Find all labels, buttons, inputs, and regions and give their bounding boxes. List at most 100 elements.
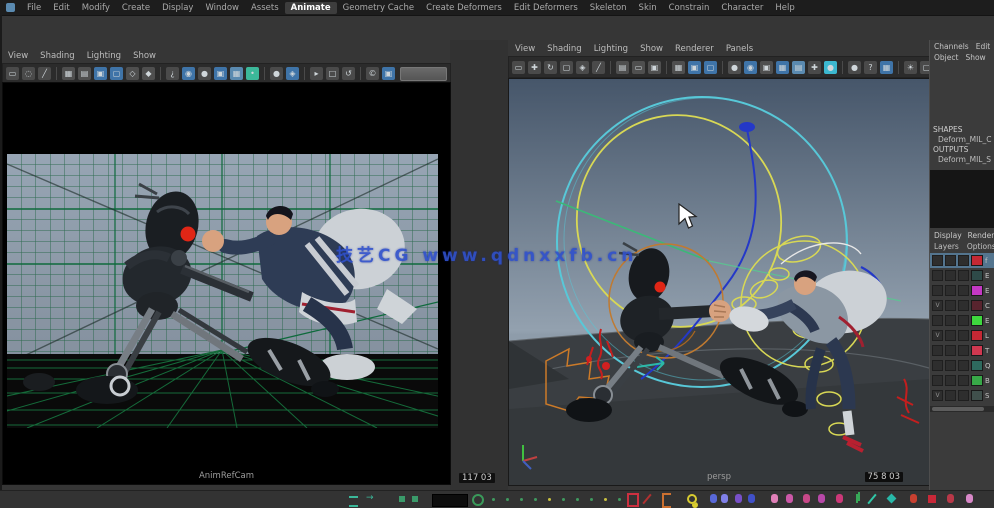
select-tool-icon[interactable]: ▭ [6,67,19,80]
menu-window[interactable]: Window [199,2,245,14]
channel-box-section[interactable]: Deform_MIL_S [930,154,994,164]
layer-playback-toggle[interactable] [945,315,956,326]
smooth-shade-icon[interactable]: ◉ [744,61,757,74]
lit-icon[interactable]: ▦ [776,61,789,74]
layer-row[interactable]: VS [930,388,994,403]
layer-scrollbar[interactable] [930,406,994,412]
layer-playback-toggle[interactable] [945,390,956,401]
toolbar-text-field[interactable] [400,67,447,81]
layer-visibility-toggle[interactable] [932,270,943,281]
panel-menu-show[interactable]: Show [636,44,671,54]
shelf-icon[interactable] [836,494,843,503]
shelf-icon[interactable] [710,494,717,503]
shelf-icon[interactable] [856,494,858,503]
shelf-icon[interactable] [627,493,639,507]
layer-mode-toggle[interactable] [958,360,969,371]
layer-playback-toggle[interactable] [945,375,956,386]
textured-mode-icon[interactable]: ▢ [110,67,123,80]
layer-mode-toggle[interactable] [958,270,969,281]
tab-render[interactable]: Render [968,231,994,240]
wireframe-icon[interactable]: ◆ [142,67,155,80]
menu-constrain[interactable]: Constrain [663,2,716,14]
range-start-icon[interactable] [349,496,358,507]
isolate-icon[interactable]: ¿ [166,67,179,80]
layer-row[interactable]: E [930,283,994,298]
move-icon[interactable]: ✚ [528,61,541,74]
shelf-icon[interactable] [928,495,936,503]
layer-row[interactable]: VC [930,298,994,313]
channel-box-menus-2[interactable]: ObjectShow [930,51,994,62]
panel-menu-renderer[interactable]: Renderer [671,44,722,54]
shelf-icon[interactable] [642,494,651,504]
panel-menu-show[interactable]: Show [129,51,164,61]
shelf-icon[interactable] [818,494,825,503]
layer-visibility-toggle[interactable] [932,255,943,266]
shelf-icon[interactable] [887,494,897,504]
grid-toggle-icon[interactable]: ▦ [672,61,685,74]
sphere-icon[interactable]: ● [270,67,283,80]
channel-box-section[interactable]: OUTPUTS [930,144,994,154]
layer-editor-menus[interactable]: Layers Options [930,240,994,253]
layer-mode-toggle[interactable] [958,300,969,311]
layer-color-swatch[interactable] [971,315,983,326]
menu-file[interactable]: File [21,2,47,14]
shelf-icon[interactable] [966,494,973,503]
layer-visibility-toggle[interactable] [932,315,943,326]
current-frame-field[interactable] [432,494,468,507]
menu-animate[interactable]: Animate [285,2,337,14]
lasso-tool-icon[interactable]: ◌ [22,67,35,80]
layer-color-swatch[interactable] [971,330,983,341]
joint-icon[interactable]: ◈ [286,67,299,80]
panel-menu-lighting[interactable]: Lighting [83,51,129,61]
shelf-icon[interactable] [786,494,793,503]
camera-icon[interactable]: ◉ [182,67,195,80]
layer-row[interactable]: E [930,268,994,283]
tab-display[interactable]: Display [934,231,962,240]
layer-mode-toggle[interactable] [958,285,969,296]
range-arrow-icon[interactable]: → [366,493,374,503]
autokey-icon[interactable] [472,494,484,506]
layers-menu[interactable]: Layers [934,242,959,251]
light-icon[interactable]: ☀ [904,61,917,74]
menu-geometry-cache[interactable]: Geometry Cache [337,2,421,14]
layer-visibility-toggle[interactable]: V [932,300,943,311]
layer-playback-toggle[interactable] [945,285,956,296]
menu-assets[interactable]: Assets [245,2,285,14]
menu-help[interactable]: Help [769,2,800,14]
layer-visibility-toggle[interactable]: V [932,390,943,401]
layout-icon[interactable]: ▤ [616,61,629,74]
menu-create-deformers[interactable]: Create Deformers [420,2,508,14]
layer-row[interactable]: VL [930,328,994,343]
layer-editor-tabs[interactable]: Display Render [930,228,994,240]
channel-box-section[interactable]: SHAPES [930,124,994,134]
layer-visibility-toggle[interactable] [932,360,943,371]
menu-modify[interactable]: Modify [76,2,116,14]
scrollbar-thumb[interactable] [932,407,984,411]
layer-color-swatch[interactable] [971,345,983,356]
film-gate-icon[interactable]: ▤ [78,67,91,80]
layer-playback-toggle[interactable] [945,345,956,356]
play-icon[interactable]: ▸ [310,67,323,80]
menu-edit-deformers[interactable]: Edit Deformers [508,2,584,14]
scale-icon[interactable]: ▢ [560,61,573,74]
shelf-icon[interactable] [721,494,728,503]
joint-tool-icon[interactable]: ◈ [576,61,589,74]
layer-playback-toggle[interactable] [945,255,956,266]
layer-row[interactable]: E [930,313,994,328]
layer-color-swatch[interactable] [971,375,983,386]
panel-menu-lighting[interactable]: Lighting [590,44,636,54]
two-pane-icon[interactable]: ▭ [632,61,645,74]
layer-visibility-toggle[interactable] [932,285,943,296]
dot-icon[interactable]: • [246,67,259,80]
layer-playback-toggle[interactable] [945,300,956,311]
timeline-strip[interactable]: → [0,490,994,508]
shelf-icon[interactable] [867,494,876,504]
textured-icon[interactable]: ▣ [760,61,773,74]
layer-color-swatch[interactable] [971,285,983,296]
shaded-icon[interactable]: ● [728,61,741,74]
layer-color-swatch[interactable] [971,300,983,311]
menu-display[interactable]: Display [156,2,199,14]
shelf-icon[interactable] [735,494,742,503]
pencil-tool-icon[interactable]: ╱ [38,67,51,80]
layer-mode-toggle[interactable] [958,315,969,326]
